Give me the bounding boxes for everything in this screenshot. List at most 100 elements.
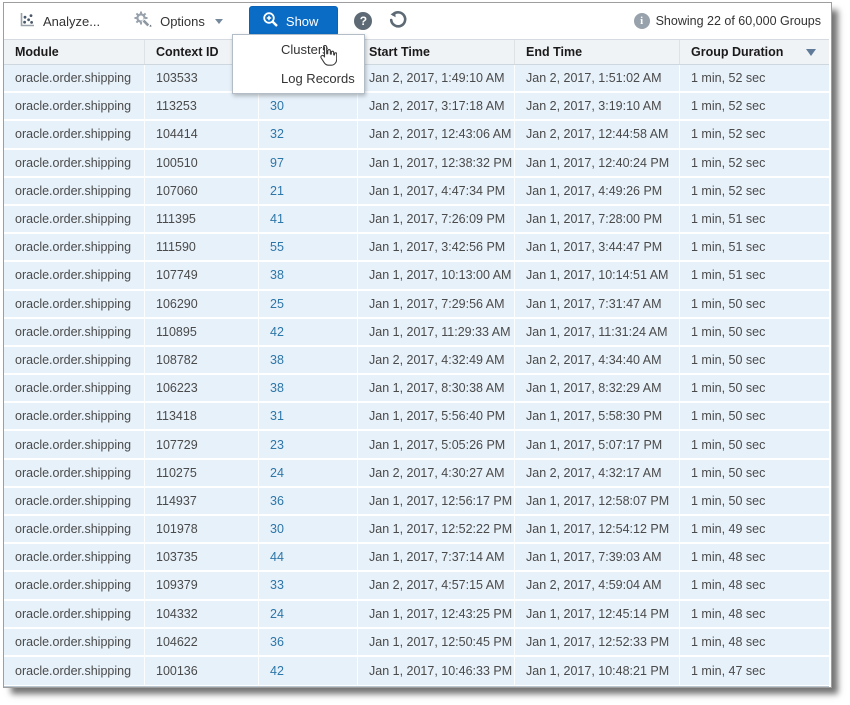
table-row[interactable]: oracle.order.shipping 103533 Jan 2, 2017… <box>4 65 829 93</box>
cell-start-time: Jan 1, 2017, 12:43:25 PM <box>357 601 514 627</box>
cell-count-link[interactable]: 55 <box>258 234 357 260</box>
cell-count-link[interactable]: 38 <box>258 375 357 401</box>
options-button[interactable]: Options <box>133 10 223 32</box>
cell-module: oracle.order.shipping <box>4 460 144 486</box>
table-row[interactable]: oracle.order.shipping 103735 44 Jan 1, 2… <box>4 544 829 572</box>
cell-group-duration: 1 min, 50 sec <box>679 488 829 514</box>
cell-count-link[interactable]: 24 <box>258 460 357 486</box>
table-row[interactable]: oracle.order.shipping 104332 24 Jan 1, 2… <box>4 601 829 629</box>
cell-group-duration: 1 min, 50 sec <box>679 347 829 373</box>
table-row[interactable]: oracle.order.shipping 110895 42 Jan 1, 2… <box>4 319 829 347</box>
cell-context-id: 108782 <box>144 347 258 373</box>
table-row[interactable]: oracle.order.shipping 100136 42 Jan 1, 2… <box>4 657 829 685</box>
cell-group-duration: 1 min, 51 sec <box>679 206 829 232</box>
help-icon: ? <box>354 12 372 30</box>
table-row[interactable]: oracle.order.shipping 107729 23 Jan 1, 2… <box>4 431 829 459</box>
cell-count-link[interactable]: 25 <box>258 291 357 317</box>
cell-context-id: 106290 <box>144 291 258 317</box>
sort-descending-icon[interactable] <box>806 49 816 56</box>
cell-count-link[interactable]: 42 <box>258 657 357 685</box>
cell-module: oracle.order.shipping <box>4 488 144 514</box>
table-row[interactable]: oracle.order.shipping 104622 36 Jan 1, 2… <box>4 629 829 657</box>
cell-start-time: Jan 2, 2017, 4:30:27 AM <box>357 460 514 486</box>
cell-end-time: Jan 1, 2017, 12:58:07 PM <box>514 488 679 514</box>
cell-start-time: Jan 1, 2017, 3:42:56 PM <box>357 234 514 260</box>
cell-count-link[interactable]: 30 <box>258 516 357 542</box>
cell-count-link[interactable]: 38 <box>258 347 357 373</box>
analyze-label: Analyze... <box>43 14 100 29</box>
cell-count-link[interactable]: 30 <box>258 93 357 119</box>
table-row[interactable]: oracle.order.shipping 101978 30 Jan 1, 2… <box>4 516 829 544</box>
cell-group-duration: 1 min, 52 sec <box>679 93 829 119</box>
cell-count-link[interactable]: 36 <box>258 629 357 655</box>
column-header-start-time[interactable]: Start Time <box>357 40 514 64</box>
cell-end-time: Jan 1, 2017, 10:48:21 PM <box>514 657 679 685</box>
cell-start-time: Jan 1, 2017, 10:46:33 PM <box>357 657 514 685</box>
cell-count-link[interactable]: 97 <box>258 150 357 176</box>
cell-end-time: Jan 2, 2017, 4:59:04 AM <box>514 572 679 598</box>
cell-count-link[interactable]: 21 <box>258 178 357 204</box>
cell-count-link[interactable]: 44 <box>258 544 357 570</box>
column-header-module[interactable]: Module <box>4 40 144 64</box>
status-summary: i Showing 22 of 60,000 Groups <box>634 13 821 29</box>
table-row[interactable]: oracle.order.shipping 113418 31 Jan 1, 2… <box>4 403 829 431</box>
cell-end-time: Jan 1, 2017, 7:28:00 PM <box>514 206 679 232</box>
cell-count-link[interactable]: 32 <box>258 121 357 147</box>
column-header-group-duration[interactable]: Group Duration <box>679 40 829 64</box>
cell-end-time: Jan 1, 2017, 11:31:24 AM <box>514 319 679 345</box>
refresh-icon <box>387 10 408 33</box>
table-row[interactable]: oracle.order.shipping 108782 38 Jan 2, 2… <box>4 347 829 375</box>
cell-module: oracle.order.shipping <box>4 150 144 176</box>
cell-start-time: Jan 1, 2017, 10:13:00 AM <box>357 262 514 288</box>
cell-module: oracle.order.shipping <box>4 601 144 627</box>
table-row[interactable]: oracle.order.shipping 114937 36 Jan 1, 2… <box>4 488 829 516</box>
table-row[interactable]: oracle.order.shipping 107749 38 Jan 1, 2… <box>4 262 829 290</box>
table-header-row: Module Context ID Start Time End Time Gr… <box>4 39 829 65</box>
cell-count-link[interactable]: 36 <box>258 488 357 514</box>
menu-item-log-records[interactable]: Log Records <box>233 64 364 93</box>
cell-context-id: 113253 <box>144 93 258 119</box>
cell-module: oracle.order.shipping <box>4 93 144 119</box>
cell-module: oracle.order.shipping <box>4 65 144 91</box>
cell-module: oracle.order.shipping <box>4 572 144 598</box>
table-row[interactable]: oracle.order.shipping 111590 55 Jan 1, 2… <box>4 234 829 262</box>
cell-count-link[interactable]: 41 <box>258 206 357 232</box>
column-header-end-time[interactable]: End Time <box>514 40 679 64</box>
cell-group-duration: 1 min, 50 sec <box>679 375 829 401</box>
cell-start-time: Jan 1, 2017, 12:56:17 PM <box>357 488 514 514</box>
cell-module: oracle.order.shipping <box>4 178 144 204</box>
cell-module: oracle.order.shipping <box>4 516 144 542</box>
cell-module: oracle.order.shipping <box>4 206 144 232</box>
cell-end-time: Jan 2, 2017, 1:51:02 AM <box>514 65 679 91</box>
cell-start-time: Jan 1, 2017, 5:05:26 PM <box>357 431 514 457</box>
table-row[interactable]: oracle.order.shipping 113253 30 Jan 2, 2… <box>4 93 829 121</box>
help-button[interactable]: ? <box>354 12 372 30</box>
table-row[interactable]: oracle.order.shipping 106223 38 Jan 1, 2… <box>4 375 829 403</box>
table-row[interactable]: oracle.order.shipping 106290 25 Jan 1, 2… <box>4 291 829 319</box>
cell-module: oracle.order.shipping <box>4 121 144 147</box>
analyze-button[interactable]: Analyze... <box>18 11 100 32</box>
gear-pencil-icon <box>133 10 153 32</box>
magnifier-plus-icon <box>262 11 279 31</box>
cell-start-time: Jan 1, 2017, 5:56:40 PM <box>357 403 514 429</box>
cell-count-link[interactable]: 38 <box>258 262 357 288</box>
table-row[interactable]: oracle.order.shipping 107060 21 Jan 1, 2… <box>4 178 829 206</box>
cell-end-time: Jan 2, 2017, 4:34:40 AM <box>514 347 679 373</box>
table-row[interactable]: oracle.order.shipping 109379 33 Jan 2, 2… <box>4 572 829 600</box>
cell-count-link[interactable]: 42 <box>258 319 357 345</box>
menu-item-clusters[interactable]: Clusters <box>233 35 364 64</box>
refresh-button[interactable] <box>387 10 408 33</box>
cell-count-link[interactable]: 33 <box>258 572 357 598</box>
cell-count-link[interactable]: 31 <box>258 403 357 429</box>
table-row[interactable]: oracle.order.shipping 104414 32 Jan 2, 2… <box>4 121 829 149</box>
show-button[interactable]: Show <box>249 6 339 36</box>
cell-module: oracle.order.shipping <box>4 544 144 570</box>
cell-count-link[interactable]: 24 <box>258 601 357 627</box>
cell-start-time: Jan 1, 2017, 7:37:14 AM <box>357 544 514 570</box>
table-row[interactable]: oracle.order.shipping 110275 24 Jan 2, 2… <box>4 460 829 488</box>
cell-end-time: Jan 1, 2017, 12:40:24 PM <box>514 150 679 176</box>
cell-count-link[interactable]: 23 <box>258 431 357 457</box>
cell-start-time: Jan 2, 2017, 1:49:10 AM <box>357 65 514 91</box>
table-row[interactable]: oracle.order.shipping 111395 41 Jan 1, 2… <box>4 206 829 234</box>
table-row[interactable]: oracle.order.shipping 100510 97 Jan 1, 2… <box>4 150 829 178</box>
